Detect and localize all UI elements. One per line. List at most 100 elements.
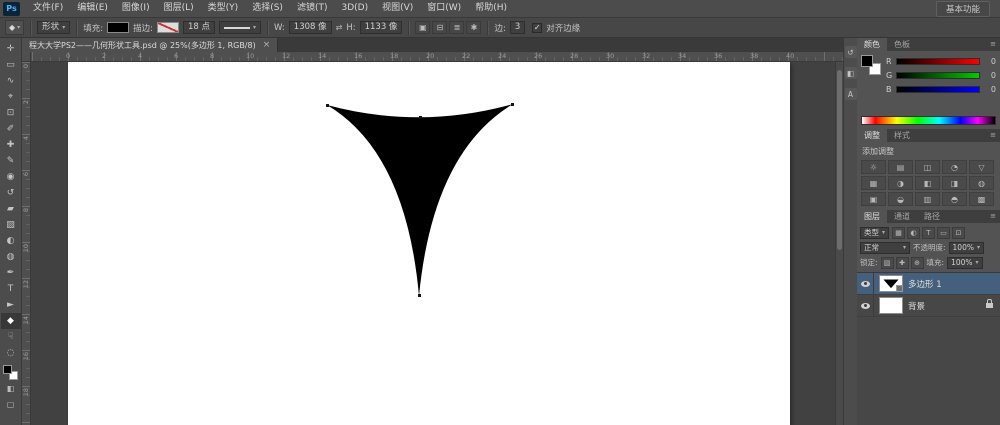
panel-menu-icon[interactable]: ≡: [990, 129, 1000, 142]
properties-panel-icon[interactable]: ◧: [845, 67, 857, 79]
visibility-toggle[interactable]: [857, 295, 874, 316]
anchor-point[interactable]: [418, 294, 421, 297]
crop-tool[interactable]: ⊡: [1, 105, 21, 121]
move-tool[interactable]: ✛: [1, 41, 21, 57]
channel-value[interactable]: 0: [983, 71, 996, 80]
exposure-icon[interactable]: ◔: [942, 160, 967, 174]
blur-tool[interactable]: ◐: [1, 233, 21, 249]
panel-menu-icon[interactable]: ≡: [990, 38, 1000, 51]
menu-layer[interactable]: 图层(L): [157, 0, 201, 17]
visibility-toggle[interactable]: [857, 273, 874, 294]
adjustment-filter-icon[interactable]: ◐: [907, 227, 920, 239]
screen-mode-icon[interactable]: ▢: [7, 400, 15, 412]
hand-tool[interactable]: ☟: [1, 329, 21, 345]
color-balance-icon[interactable]: ◑: [888, 176, 913, 190]
levels-icon[interactable]: ▤: [888, 160, 913, 174]
path-operations-icon[interactable]: ▣: [415, 21, 430, 34]
tool-preset-picker[interactable]: ◆ ▾: [5, 20, 24, 35]
anchor-point[interactable]: [511, 103, 514, 106]
sides-input[interactable]: 3: [510, 21, 525, 34]
menu-help[interactable]: 帮助(H): [468, 0, 514, 17]
shape-height-input[interactable]: 1133 像: [360, 21, 403, 34]
foreground-background-swatches[interactable]: [861, 55, 881, 75]
history-brush-tool[interactable]: ↺: [1, 185, 21, 201]
blend-mode-select[interactable]: 正常 ▾: [860, 242, 910, 254]
layer-row-background[interactable]: 背景: [857, 295, 1000, 317]
menu-type[interactable]: 类型(Y): [201, 0, 246, 17]
path-selection-tool[interactable]: ►: [1, 297, 21, 313]
pixel-filter-icon[interactable]: ▦: [892, 227, 905, 239]
zoom-tool[interactable]: ◌: [1, 345, 21, 361]
align-edges-checkbox[interactable]: ✓: [532, 23, 542, 33]
brightness-contrast-icon[interactable]: ☼: [861, 160, 886, 174]
lock-position-icon[interactable]: ⊕: [911, 257, 924, 269]
brush-tool[interactable]: ✎: [1, 153, 21, 169]
curves-icon[interactable]: ◫: [915, 160, 940, 174]
color-spectrum-bar[interactable]: [861, 116, 996, 125]
anchor-point[interactable]: [419, 116, 422, 119]
type-filter-icon[interactable]: T: [922, 227, 935, 239]
history-panel-icon[interactable]: ↺: [845, 46, 857, 58]
vertical-scrollbar[interactable]: [835, 62, 843, 425]
marquee-tool[interactable]: ▭: [1, 57, 21, 73]
tab-styles[interactable]: 样式: [887, 129, 917, 142]
fill-color-swatch[interactable]: [107, 22, 129, 33]
foreground-background-swatches[interactable]: [3, 365, 18, 380]
character-panel-icon[interactable]: A: [845, 88, 857, 100]
foreground-color-swatch[interactable]: [861, 55, 873, 67]
document-tab[interactable]: 程大大学PS2——几何形状工具.psd @ 25%(多边形 1, RGB/8) …: [22, 38, 278, 52]
channel-value[interactable]: 0: [983, 57, 996, 66]
menu-file[interactable]: 文件(F): [26, 0, 70, 17]
menu-filter[interactable]: 滤镜(T): [290, 0, 335, 17]
channel-slider-bar[interactable]: [896, 58, 980, 65]
clone-stamp-tool[interactable]: ◉: [1, 169, 21, 185]
tool-mode-select[interactable]: 形状 ▾: [37, 21, 70, 34]
panel-menu-icon[interactable]: ≡: [990, 210, 1000, 223]
tab-channels[interactable]: 通道: [887, 210, 917, 223]
stroke-color-swatch[interactable]: [157, 22, 179, 33]
channel-mixer-icon[interactable]: ◍: [969, 176, 994, 190]
link-dimensions-icon[interactable]: ⇄: [336, 23, 343, 32]
tab-swatches[interactable]: 色板: [887, 38, 917, 51]
channel-slider-bar[interactable]: [896, 72, 980, 79]
workspace-switcher-button[interactable]: 基本功能: [936, 1, 990, 17]
menu-image[interactable]: 图像(I): [115, 0, 157, 17]
tab-adjustments[interactable]: 调整: [857, 129, 887, 142]
color-lookup-icon[interactable]: ▣: [861, 192, 886, 206]
type-tool[interactable]: T: [1, 281, 21, 297]
tab-paths[interactable]: 路径: [917, 210, 947, 223]
opacity-input[interactable]: 100% ▾: [949, 242, 984, 254]
gear-icon[interactable]: ✱: [466, 21, 481, 34]
foreground-color-swatch[interactable]: [3, 365, 12, 374]
quick-mask-icon[interactable]: ◧: [7, 384, 15, 396]
lock-pixels-icon[interactable]: ✚: [896, 257, 909, 269]
fill-input[interactable]: 100% ▾: [947, 257, 982, 269]
document-page[interactable]: [68, 62, 790, 425]
menu-select[interactable]: 选择(S): [245, 0, 290, 17]
layer-row-polygon-1[interactable]: 多边形 1: [857, 273, 1000, 295]
close-icon[interactable]: ×: [263, 41, 271, 50]
shape-tool[interactable]: ◆: [1, 313, 21, 329]
channel-slider-bar[interactable]: [896, 86, 980, 93]
invert-icon[interactable]: ◒: [888, 192, 913, 206]
lock-transparency-icon[interactable]: ▧: [881, 257, 894, 269]
menu-edit[interactable]: 编辑(E): [70, 0, 115, 17]
menu-view[interactable]: 视图(V): [375, 0, 420, 17]
healing-brush-tool[interactable]: ✚: [1, 137, 21, 153]
threshold-icon[interactable]: ◓: [942, 192, 967, 206]
polygon-shape[interactable]: [327, 104, 513, 296]
scrollbar-thumb[interactable]: [837, 70, 842, 250]
filter-kind-select[interactable]: 类型 ▾: [860, 227, 889, 239]
stroke-width-input[interactable]: 18 点: [183, 21, 215, 34]
stroke-style-select[interactable]: ▾: [219, 21, 261, 34]
tab-color[interactable]: 颜色: [857, 38, 887, 51]
eyedropper-tool[interactable]: ✐: [1, 121, 21, 137]
gradient-tool[interactable]: ▨: [1, 217, 21, 233]
black-white-icon[interactable]: ◧: [915, 176, 940, 190]
selective-color-icon[interactable]: ▩: [969, 192, 994, 206]
photo-filter-icon[interactable]: ◨: [942, 176, 967, 190]
shape-width-input[interactable]: 1308 像: [289, 21, 332, 34]
layer-thumbnail[interactable]: [879, 275, 903, 292]
smart-object-filter-icon[interactable]: ⊡: [952, 227, 965, 239]
hue-saturation-icon[interactable]: ▦: [861, 176, 886, 190]
